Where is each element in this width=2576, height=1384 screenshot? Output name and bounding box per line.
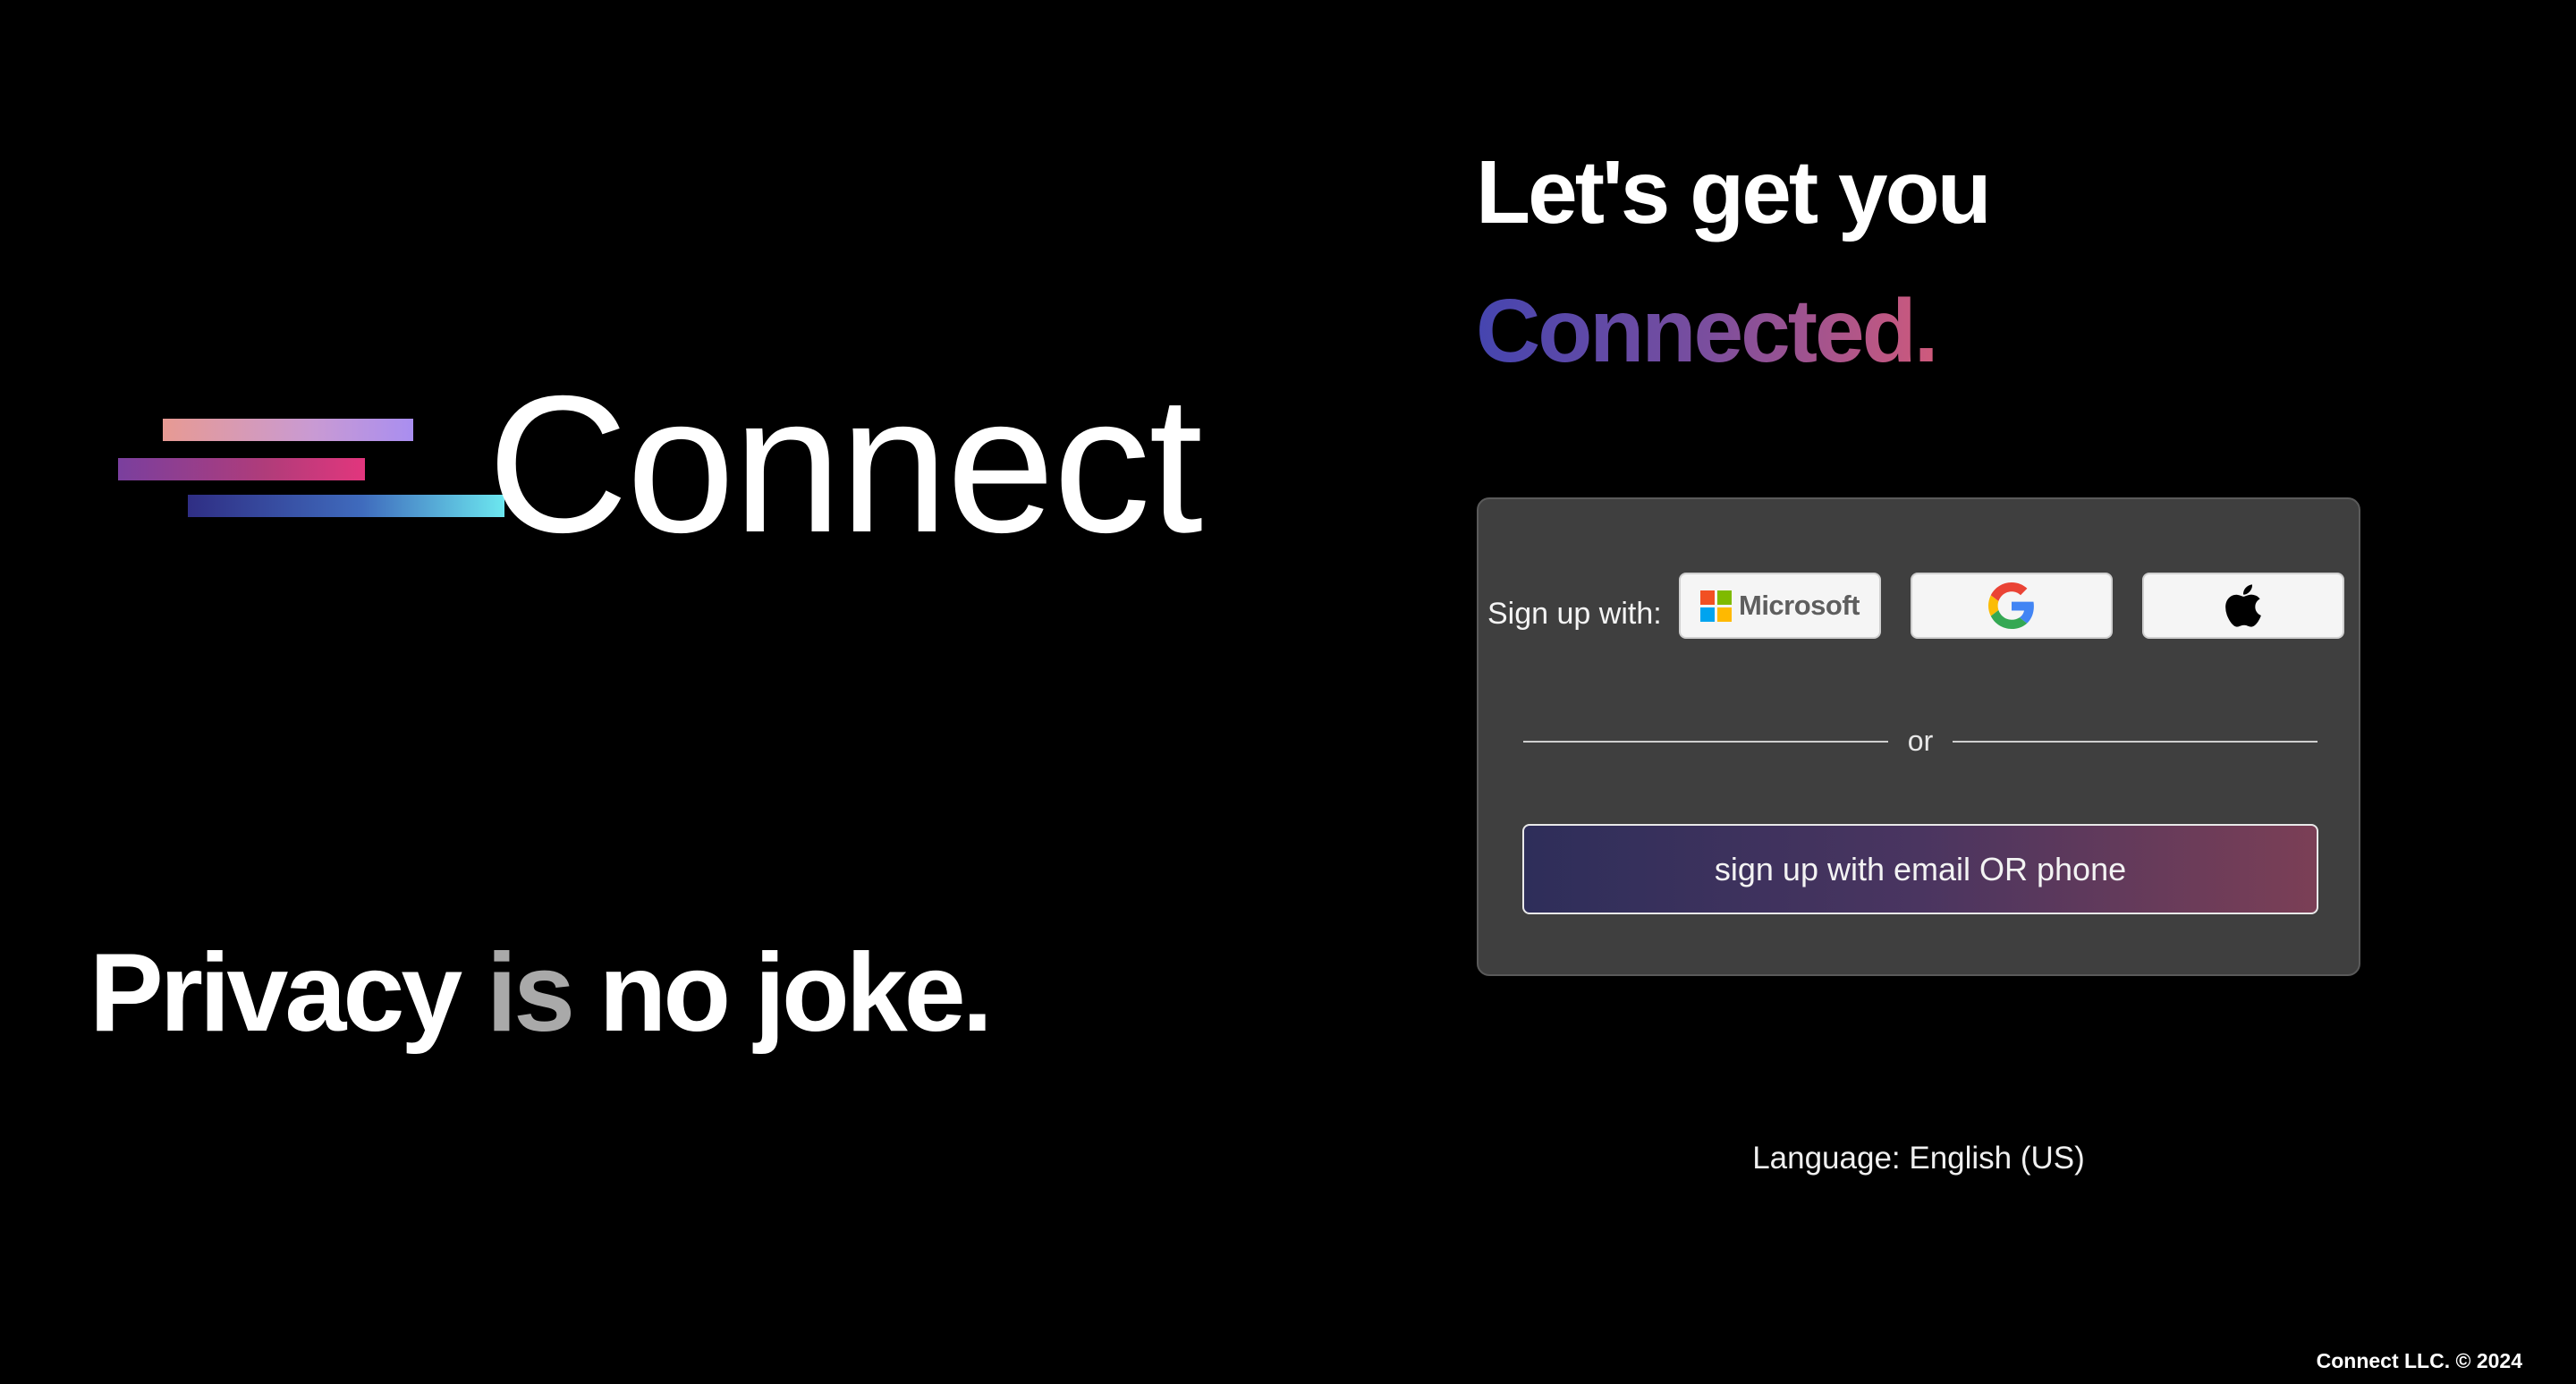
logo-bar-middle xyxy=(118,458,365,480)
signup-page: Connect Privacy is no joke. Let's get yo… xyxy=(0,0,2576,1384)
logo-bar-top xyxy=(163,419,413,441)
microsoft-logo-icon xyxy=(1700,590,1732,622)
tagline-part-1: Privacy xyxy=(89,931,462,1055)
divider-line-right xyxy=(1953,741,2318,743)
tagline: Privacy is no joke. xyxy=(89,930,994,1056)
logo-bar-bottom xyxy=(188,495,504,517)
google-logo-icon xyxy=(1988,582,2034,629)
microsoft-signup-button[interactable]: Microsoft xyxy=(1679,573,1881,639)
brand-logo: Connect xyxy=(116,356,1225,573)
copyright-footer: Connect LLC. © 2024 xyxy=(2316,1349,2522,1372)
apple-logo-icon xyxy=(2225,584,2261,627)
google-signup-button[interactable] xyxy=(1911,573,2113,639)
email-phone-signup-button[interactable]: sign up with email OR phone xyxy=(1522,824,2318,914)
heading-line-1: Let's get you xyxy=(1476,142,1992,242)
signup-label: Sign up with: xyxy=(1487,597,1662,631)
microsoft-button-label: Microsoft xyxy=(1739,590,1860,621)
microsoft-button-content: Microsoft xyxy=(1700,590,1860,622)
logo-mark-icon xyxy=(116,376,504,555)
language-selector[interactable]: Language: English (US) xyxy=(1477,1136,2360,1181)
or-divider: or xyxy=(1523,723,2318,759)
brand-name: Connect xyxy=(487,356,1203,573)
heading-line-2: Connected. xyxy=(1476,277,1938,385)
apple-signup-button[interactable] xyxy=(2142,573,2344,639)
tagline-part-3: no joke. xyxy=(598,931,994,1055)
signup-card: Sign up with: Microsoft or sign up with … xyxy=(1477,497,2360,976)
tagline-part-2: is xyxy=(486,931,575,1055)
